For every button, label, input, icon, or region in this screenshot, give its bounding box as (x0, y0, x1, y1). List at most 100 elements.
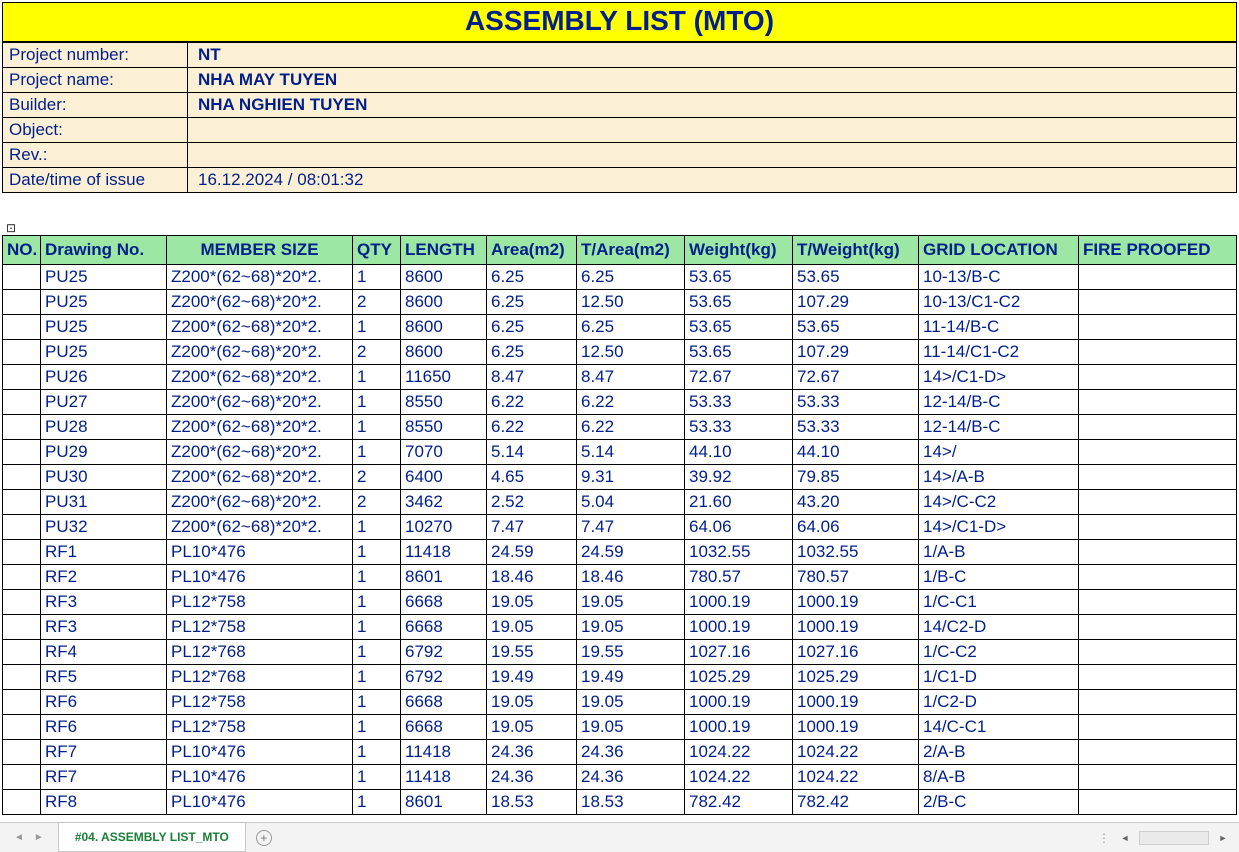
cell-grid: 1/C-C2 (919, 640, 1079, 665)
cell-grid: 11-14/C1-C2 (919, 340, 1079, 365)
col-header-no: NO. (3, 236, 41, 265)
cell-no (3, 640, 41, 665)
cell-drawing: PU25 (41, 265, 167, 290)
cell-fire (1079, 590, 1237, 615)
cell-length: 6668 (401, 590, 487, 615)
cell-member: PL10*476 (167, 540, 353, 565)
cell-length: 3462 (401, 490, 487, 515)
cell-weight: 53.33 (685, 415, 793, 440)
cell-grid: 14/C-C1 (919, 715, 1079, 740)
cell-no (3, 790, 41, 815)
cell-tarea: 5.04 (577, 490, 685, 515)
cell-length: 11418 (401, 740, 487, 765)
cell-drawing: PU32 (41, 515, 167, 540)
cell-weight: 782.42 (685, 790, 793, 815)
cell-tarea: 19.05 (577, 690, 685, 715)
cell-tweight: 72.67 (793, 365, 919, 390)
table-row: RF6PL12*7581666819.0519.051000.191000.19… (3, 715, 1237, 740)
cell-length: 8600 (401, 290, 487, 315)
cell-area: 6.22 (487, 390, 577, 415)
cell-grid: 14>/C1-D> (919, 365, 1079, 390)
col-header-length: LENGTH (401, 236, 487, 265)
scroll-left-icon[interactable]: ◄ (1117, 830, 1133, 846)
info-label: Builder: (3, 93, 188, 118)
cell-no (3, 490, 41, 515)
cell-member: PL10*476 (167, 740, 353, 765)
cell-drawing: PU25 (41, 340, 167, 365)
cell-tweight: 1000.19 (793, 690, 919, 715)
cell-drawing: PU27 (41, 390, 167, 415)
cell-drawing: PU28 (41, 415, 167, 440)
cell-length: 10270 (401, 515, 487, 540)
info-value: NHA MAY TUYEN (188, 68, 1237, 93)
cell-member: Z200*(62~68)*20*2. (167, 265, 353, 290)
cell-area: 24.36 (487, 765, 577, 790)
cell-drawing: RF3 (41, 590, 167, 615)
worksheet-area: ASSEMBLY LIST (MTO) Project number: NT P… (0, 0, 1239, 822)
cell-qty: 1 (353, 765, 401, 790)
cell-qty: 1 (353, 590, 401, 615)
cell-fire (1079, 715, 1237, 740)
cell-tweight: 780.57 (793, 565, 919, 590)
cell-qty: 1 (353, 640, 401, 665)
cell-area: 6.25 (487, 340, 577, 365)
cell-tweight: 782.42 (793, 790, 919, 815)
info-label: Project name: (3, 68, 188, 93)
cell-grid: 8/A-B (919, 765, 1079, 790)
cell-member: PL12*758 (167, 690, 353, 715)
cell-weight: 53.65 (685, 315, 793, 340)
tab-nav-arrows[interactable]: ◄ ► (0, 823, 58, 852)
table-row: RF6PL12*7581666819.0519.051000.191000.19… (3, 690, 1237, 715)
info-row-object: Object: (3, 118, 1237, 143)
cell-length: 8600 (401, 340, 487, 365)
cell-grid: 1/C2-D (919, 690, 1079, 715)
cell-tarea: 24.36 (577, 765, 685, 790)
cell-weight: 1024.22 (685, 740, 793, 765)
table-row: RF3PL12*7581666819.0519.051000.191000.19… (3, 590, 1237, 615)
info-row-builder: Builder: NHA NGHIEN TUYEN (3, 93, 1237, 118)
info-value: NT (188, 43, 1237, 68)
cell-area: 19.05 (487, 615, 577, 640)
cell-tweight: 1025.29 (793, 665, 919, 690)
table-row: PU27Z200*(62~68)*20*2.185506.226.2253.33… (3, 390, 1237, 415)
col-header-qty: QTY (353, 236, 401, 265)
chevron-left-icon[interactable]: ◄ (14, 832, 24, 843)
cell-qty: 1 (353, 265, 401, 290)
cell-no (3, 740, 41, 765)
cell-no (3, 765, 41, 790)
cell-tarea: 12.50 (577, 290, 685, 315)
cell-fire (1079, 690, 1237, 715)
add-sheet-button[interactable]: + (246, 823, 282, 852)
cell-length: 8600 (401, 315, 487, 340)
cell-grid: 14>/C1-D> (919, 515, 1079, 540)
cell-drawing: RF7 (41, 765, 167, 790)
cell-drawing: PU30 (41, 465, 167, 490)
cell-weight: 39.92 (685, 465, 793, 490)
cell-qty: 2 (353, 340, 401, 365)
cell-no (3, 415, 41, 440)
scroll-right-icon[interactable]: ► (1215, 830, 1231, 846)
cell-weight: 64.06 (685, 515, 793, 540)
cell-area: 19.05 (487, 690, 577, 715)
sheet-tab-active[interactable]: #04. ASSEMBLY LIST_MTO (58, 823, 246, 852)
cell-tarea: 8.47 (577, 365, 685, 390)
cell-drawing: PU25 (41, 315, 167, 340)
chevron-right-icon[interactable]: ► (34, 832, 44, 843)
cell-area: 19.05 (487, 715, 577, 740)
cell-tarea: 18.46 (577, 565, 685, 590)
table-row: PU28Z200*(62~68)*20*2.185506.226.2253.33… (3, 415, 1237, 440)
cell-length: 6792 (401, 640, 487, 665)
scrollbar-track[interactable] (1139, 831, 1209, 845)
cell-fire (1079, 540, 1237, 565)
cell-tarea: 24.59 (577, 540, 685, 565)
cell-grid: 1/A-B (919, 540, 1079, 565)
cell-tarea: 24.36 (577, 740, 685, 765)
cell-member: Z200*(62~68)*20*2. (167, 440, 353, 465)
sheet-tab-bar: ◄ ► #04. ASSEMBLY LIST_MTO + ⋮ ◄ ► (0, 822, 1239, 852)
split-handle-icon[interactable]: ⋮ (1098, 831, 1111, 845)
outline-collapse-icon[interactable]: ⊡ (0, 221, 1239, 235)
info-row-project-number: Project number: NT (3, 43, 1237, 68)
cell-area: 24.59 (487, 540, 577, 565)
cell-tweight: 53.33 (793, 390, 919, 415)
cell-grid: 1/C1-D (919, 665, 1079, 690)
